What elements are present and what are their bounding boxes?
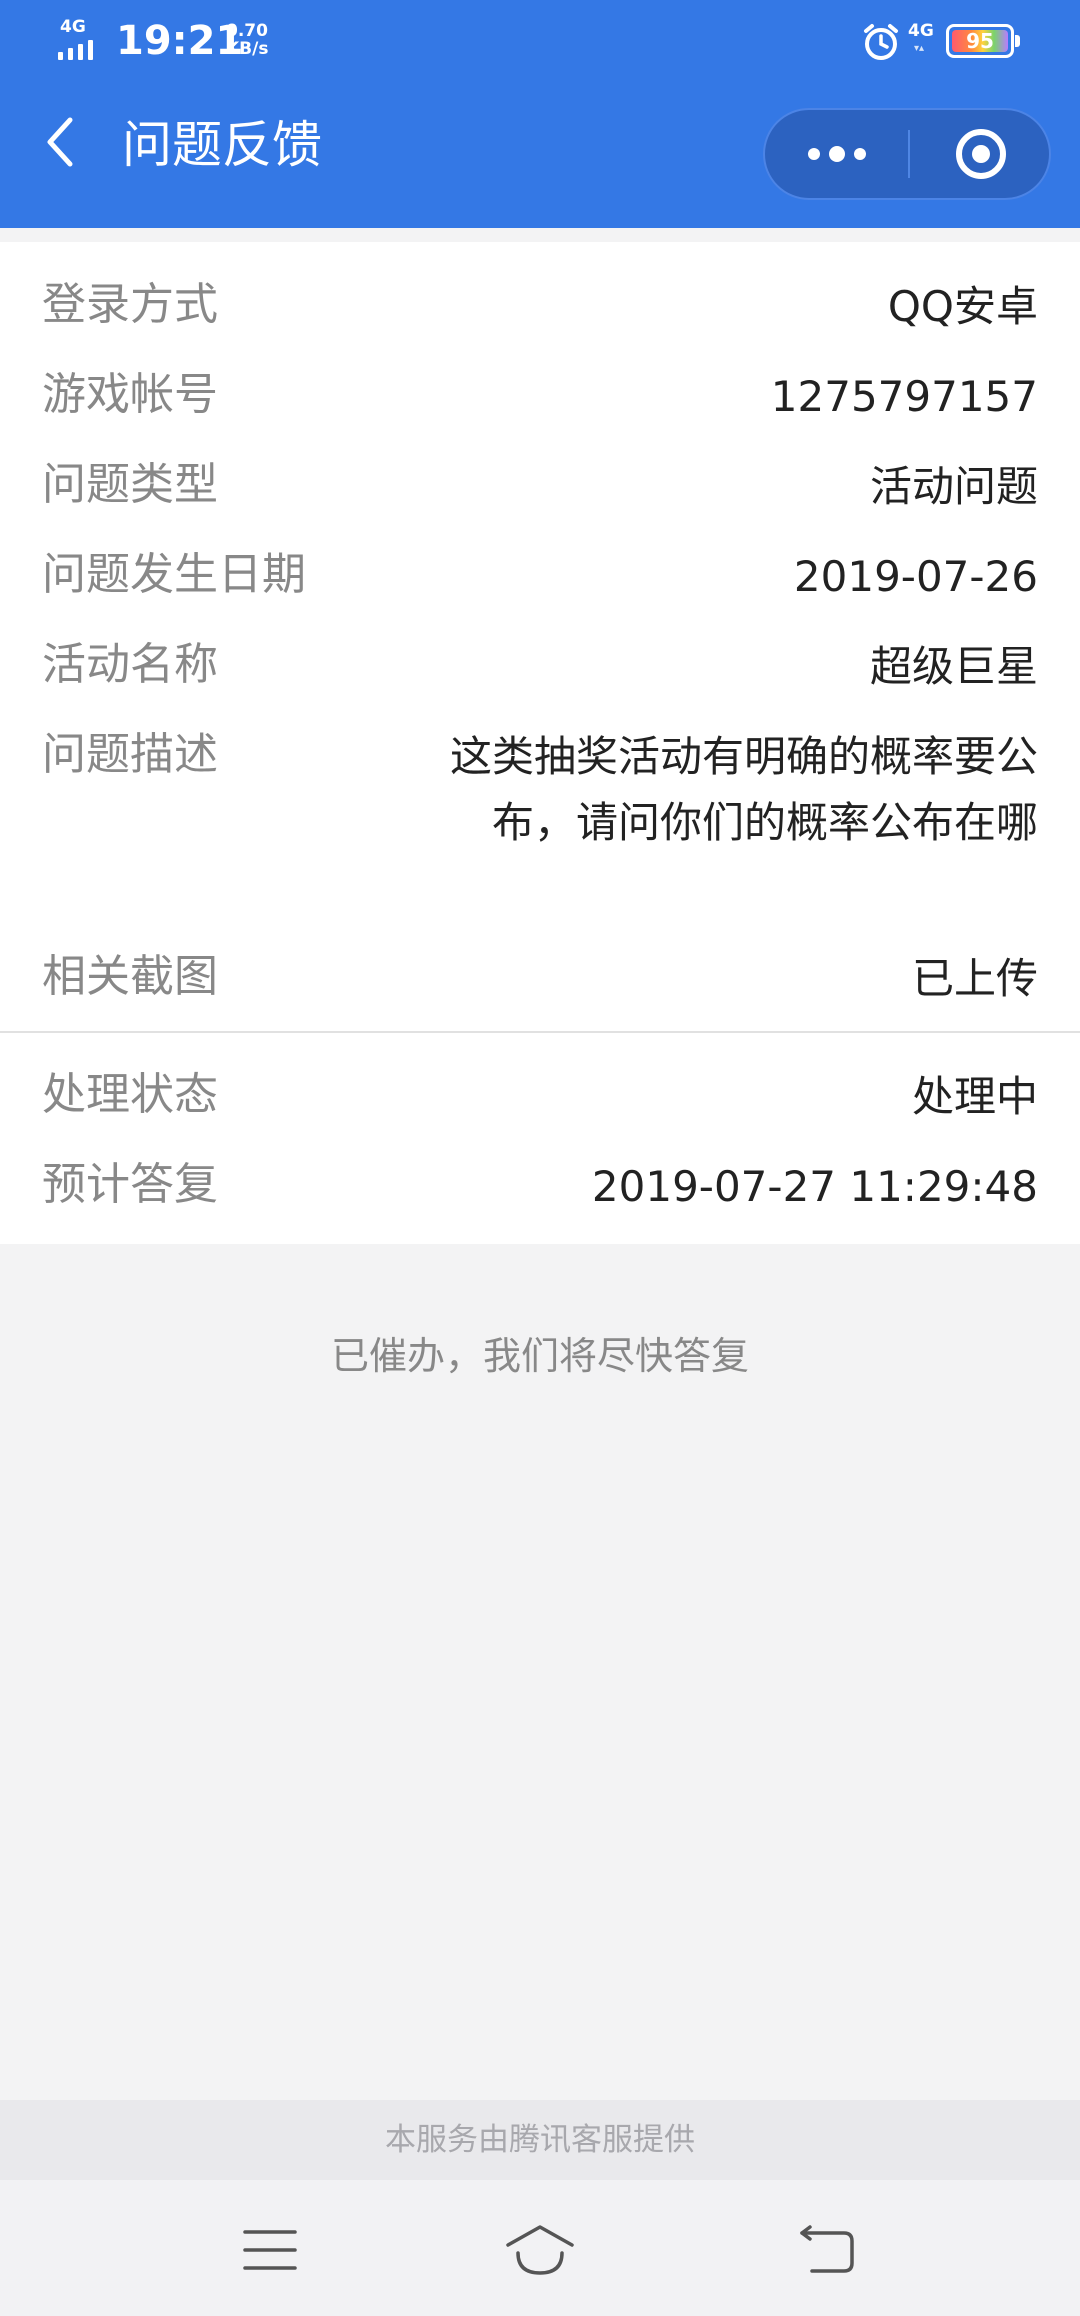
network-speed-value: 0.70: [226, 21, 268, 41]
label-status: 处理状态: [42, 1069, 218, 1120]
signal-bars-icon: [58, 38, 93, 60]
feedback-detail-card: 登录方式 QQ安卓 游戏帐号 1275797157 问题类型 活动问题 问题发生…: [0, 242, 1080, 1244]
network-speed-unit: KB/s: [226, 39, 269, 59]
value-issue-type: 活动问题: [869, 462, 1038, 511]
label-issue-date: 问题发生日期: [42, 549, 306, 600]
nav-bar: 问题反馈: [0, 84, 1080, 228]
label-description: 问题描述: [42, 729, 218, 780]
signal-indicator: 4G: [58, 18, 108, 60]
service-footer: 本服务由腾讯客服提供: [0, 2100, 1080, 2180]
alarm-icon: [862, 22, 900, 62]
value-screenshot: 已上传: [911, 954, 1038, 1003]
label-screenshot: 相关截图: [42, 951, 218, 1002]
page-title: 问题反馈: [122, 116, 322, 174]
battery-icon: 95: [946, 24, 1020, 58]
system-home-button[interactable]: [504, 2214, 576, 2286]
mini-program-capsule: [763, 108, 1051, 200]
close-button[interactable]: [910, 110, 1051, 198]
status-bar: 4G 19:21 0.70 KB/s 4G ▾▴ 95: [0, 0, 1080, 84]
value-description: 这类抽奖活动有明确的概率要公布，请问你们的概率公布在哪: [449, 732, 1038, 847]
header: 4G 19:21 0.70 KB/s 4G ▾▴ 95 问题反馈: [0, 0, 1080, 228]
network-speed: 0.70 KB/s: [226, 22, 268, 58]
value-eta: 2019-07-27 11:29:48: [591, 1162, 1038, 1211]
battery-level: 95: [952, 30, 1008, 52]
system-menu-button[interactable]: [234, 2214, 306, 2286]
home-icon: [506, 2225, 574, 2275]
value-issue-date: 2019-07-26: [793, 552, 1038, 601]
urge-notice: 已催办，我们将尽快答复: [330, 1334, 749, 1378]
status-time: 19:21: [116, 18, 244, 64]
label-issue-type: 问题类型: [42, 459, 218, 510]
system-back-button[interactable]: [790, 2214, 862, 2286]
menu-icon: [243, 2230, 297, 2270]
target-close-icon: [955, 129, 1006, 179]
label-activity-name: 活动名称: [42, 639, 218, 690]
more-button[interactable]: [765, 110, 908, 198]
back-return-icon: [800, 2225, 854, 2273]
value-game-account: 1275797157: [770, 372, 1038, 421]
label-eta: 预计答复: [42, 1159, 218, 1210]
back-button[interactable]: [30, 112, 90, 172]
more-dots-icon: [807, 146, 866, 162]
section-divider: [0, 1031, 1080, 1033]
value-login-method: QQ安卓: [887, 282, 1038, 331]
value-status: 处理中: [911, 1072, 1038, 1121]
network-type: 4G: [60, 17, 86, 37]
chevron-left-icon: [47, 117, 73, 167]
label-login-method: 登录方式: [42, 279, 218, 330]
value-activity-name: 超级巨星: [869, 642, 1038, 691]
system-nav-bar: [0, 2180, 1080, 2316]
data-arrows-icon: ▾▴: [914, 43, 925, 54]
network-type-right: 4G: [908, 21, 934, 41]
label-game-account: 游戏帐号: [42, 369, 218, 420]
